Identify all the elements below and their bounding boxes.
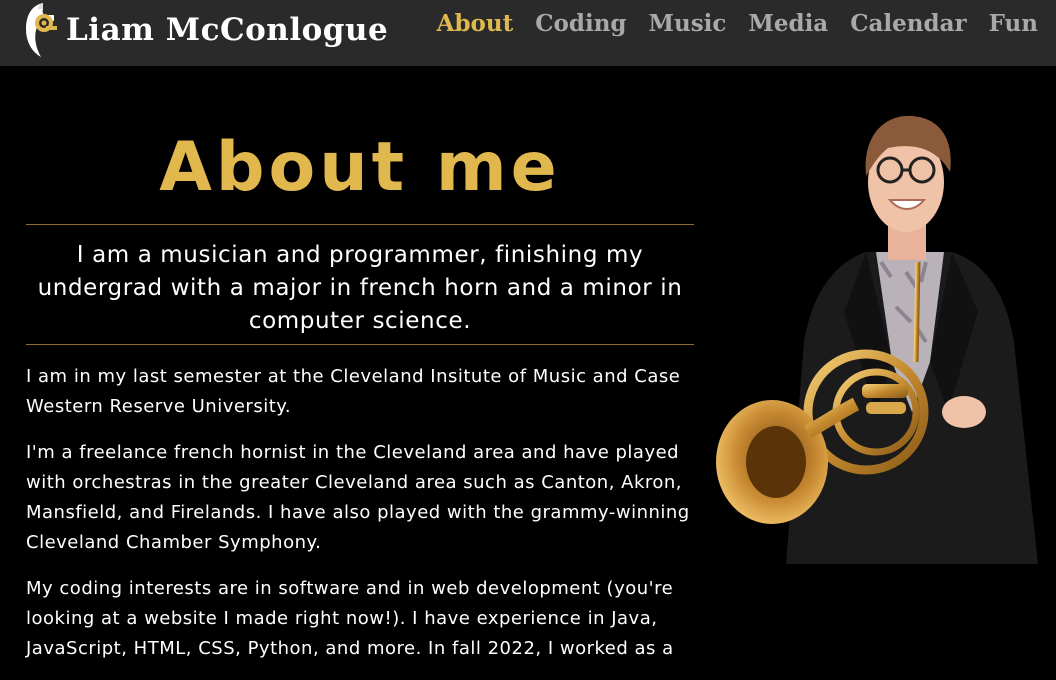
divider-bottom [26,344,694,345]
brand-link[interactable]: Liam McConlogue [22,0,388,60]
nav-calendar-link[interactable]: Calendar [850,10,966,37]
french-horn-logo-icon [26,3,57,57]
page-title: About me [159,128,561,207]
lead-statement: I am a musician and programmer, finishin… [37,242,683,334]
bio-paragraph-school: I am in my last semester at the Clevelan… [26,366,681,417]
top-navbar: Liam McConlogue About Coding Music Media… [0,0,1056,66]
nav-coding-link[interactable]: Coding [535,10,626,37]
nav-fun-link[interactable]: Fun [989,10,1038,37]
nav-music-link[interactable]: Music [649,10,727,37]
nav-media-link[interactable]: Media [748,10,828,37]
portrait-photo [716,115,1038,564]
nav-about-link[interactable]: About [437,10,514,37]
bio-paragraph-coding: My coding interests are in software and … [26,578,674,659]
about-content: About me I am a musician and programmer,… [26,118,694,680]
bio-paragraph-music: I'm a freelance french hornist in the Cl… [26,442,690,553]
brand-name: Liam McConlogue [66,12,389,48]
nav-menu: About Coding Music Media Calendar Fun [437,10,1038,37]
